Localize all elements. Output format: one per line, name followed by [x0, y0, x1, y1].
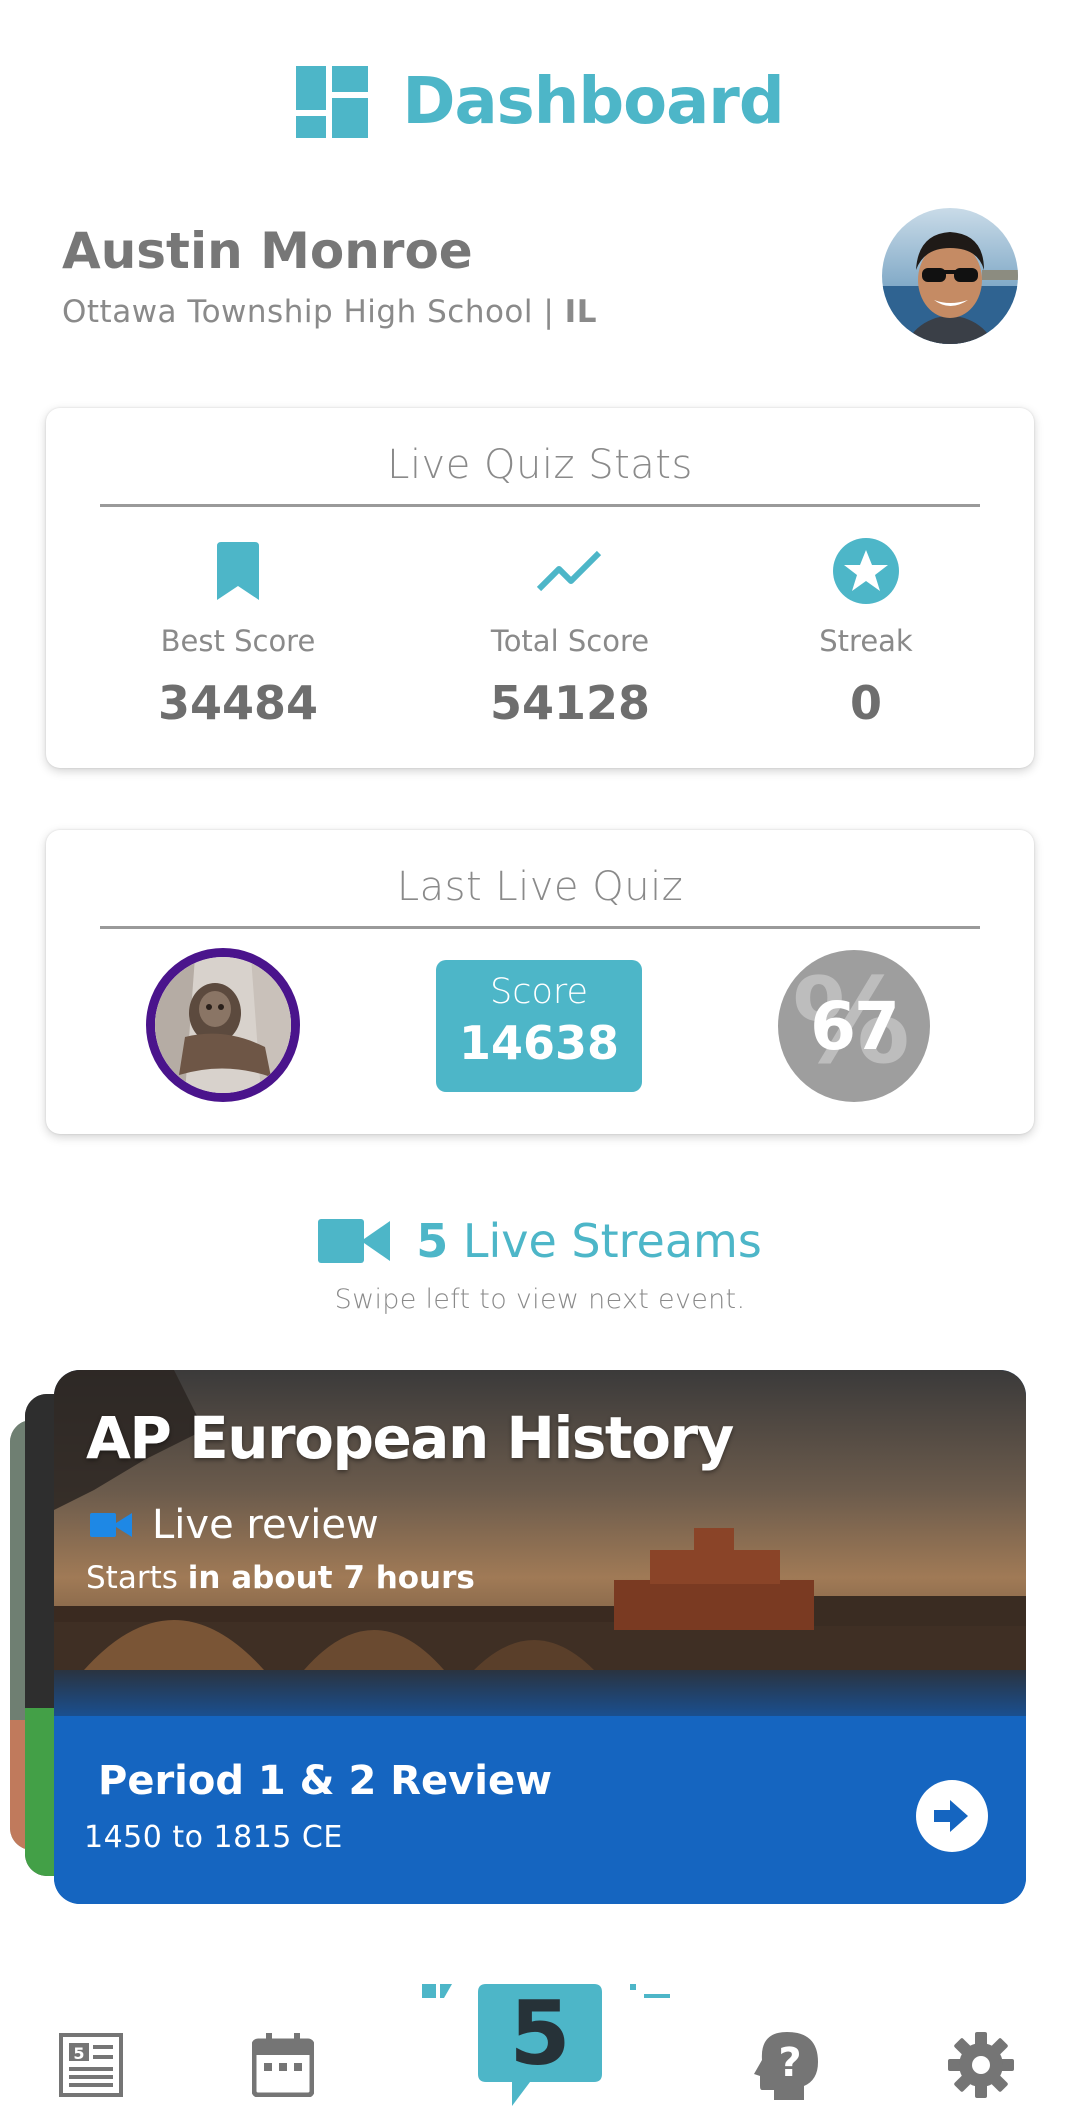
video-camera-icon — [318, 1219, 391, 1263]
live-streams-count: 5 — [416, 1214, 449, 1268]
event-session-range: 1450 to 1815 CE — [84, 1820, 343, 1855]
arrow-right-icon — [934, 1800, 968, 1832]
last-score-box: Score 14638 — [436, 960, 642, 1092]
nav-news[interactable]: 5 — [56, 2030, 126, 2100]
live-quiz-stats-card: Live Quiz Stats Best Score 34484 Total S… — [46, 408, 1034, 768]
svg-text:?: ? — [778, 2040, 801, 2086]
nav-help[interactable]: ? — [752, 2030, 822, 2100]
live-streams-label: 5 Live Streams — [416, 1214, 762, 1268]
stat-label: Best Score — [160, 624, 316, 658]
home-5-label: 5 — [509, 1982, 571, 2085]
event-type-label: Live review — [152, 1502, 379, 1548]
divider — [100, 926, 980, 929]
event-title: AP European History — [86, 1404, 734, 1472]
user-name: Austin Monroe — [62, 222, 473, 280]
stat-total-score: Total Score 54128 — [420, 536, 720, 730]
stat-value: 34484 — [157, 676, 319, 730]
user-school: Ottawa Township High School | IL — [62, 294, 597, 330]
svg-text:5: 5 — [73, 2044, 84, 2063]
nav-settings[interactable] — [946, 2030, 1016, 2100]
stat-streak: Streak 0 — [716, 536, 1016, 730]
trending-up-icon — [537, 550, 602, 592]
percent-badge: % 67 — [778, 950, 930, 1102]
quiz-thumbnail[interactable] — [146, 948, 300, 1102]
nav-hint-mark — [630, 1984, 670, 1998]
star-badge-icon — [833, 538, 899, 604]
calendar-icon — [252, 2033, 314, 2097]
last-live-quiz-card[interactable]: Last Live Quiz Score 14638 % 67 — [46, 830, 1034, 1134]
percent-value: 67 — [810, 988, 900, 1065]
nav-home[interactable]: 5 — [478, 1982, 602, 2106]
news-icon: 5 — [59, 2033, 123, 2097]
bookmark-icon — [217, 542, 259, 600]
event-type: Live review — [90, 1502, 379, 1548]
school-name: Ottawa Township High School | — [62, 294, 555, 330]
event-start-prefix: Starts — [86, 1560, 178, 1596]
dashboard-grid-icon — [296, 66, 369, 138]
nav-hint-mark — [422, 1984, 452, 1998]
bottom-nav: 5 5 ? — [0, 1960, 1080, 2120]
event-session-title: Period 1 & 2 Review — [98, 1758, 553, 1804]
stat-value: 0 — [849, 676, 882, 730]
profile-info: Austin Monroe Ottawa Township High Schoo… — [62, 222, 597, 330]
avatar-photo — [882, 208, 1018, 344]
event-start-when: in about 7 hours — [187, 1560, 475, 1596]
score-value: 14638 — [458, 1016, 620, 1070]
live-streams-text: Live Streams — [462, 1214, 762, 1268]
event-card[interactable]: AP European History Live review Starts i… — [54, 1370, 1026, 1904]
page-title: Dashboard — [402, 65, 784, 139]
score-label: Score — [489, 972, 589, 1012]
app-header: Dashboard — [0, 62, 1080, 142]
card-title: Last Live Quiz — [396, 864, 684, 910]
event-start-time: Starts in about 7 hours — [86, 1560, 475, 1596]
divider — [100, 504, 980, 507]
settings-icon — [948, 2032, 1014, 2098]
open-event-button[interactable] — [916, 1780, 988, 1852]
swipe-hint: Swipe left to view next event. — [334, 1284, 746, 1315]
stat-best-score: Best Score 34484 — [88, 536, 388, 730]
school-state: IL — [564, 294, 597, 330]
quiz-image — [155, 957, 291, 1093]
stat-value: 54128 — [489, 676, 651, 730]
help-icon: ? — [754, 2032, 818, 2100]
nav-calendar[interactable] — [248, 2030, 318, 2100]
event-details: Period 1 & 2 Review 1450 to 1815 CE — [54, 1716, 1026, 1904]
video-camera-icon — [90, 1513, 132, 1537]
stat-label: Streak — [819, 624, 913, 658]
live-streams-heading: 5 Live Streams — [0, 1214, 1080, 1268]
stat-label: Total Score — [490, 624, 650, 658]
card-title: Live Quiz Stats — [387, 442, 693, 488]
avatar[interactable] — [882, 208, 1018, 344]
